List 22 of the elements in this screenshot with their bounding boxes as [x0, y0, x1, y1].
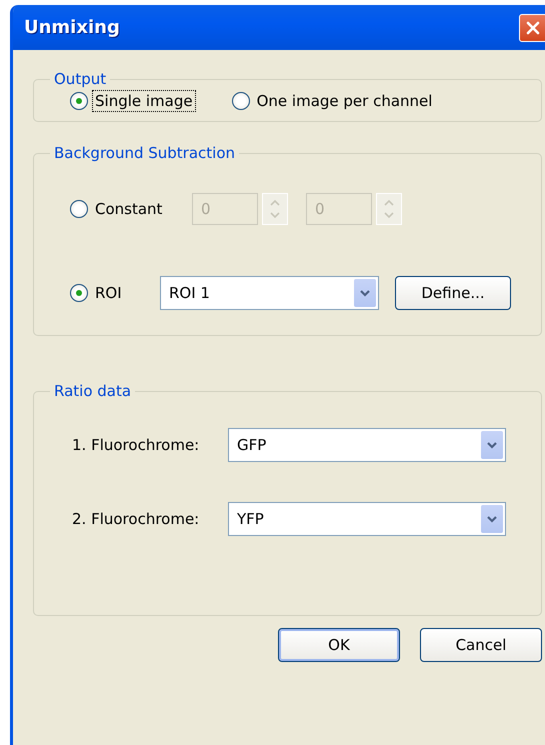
fluorochrome-label: 2. Fluorochrome:	[72, 510, 200, 528]
ok-button[interactable]: OK	[278, 628, 400, 662]
group-title: Ratio data	[53, 382, 132, 400]
cancel-button[interactable]: Cancel	[420, 628, 542, 662]
group-title: Background Subtraction	[53, 144, 236, 162]
fluorochrome-dropdown[interactable]: YFP	[228, 502, 506, 536]
roi-dropdown[interactable]: ROI 1	[160, 276, 379, 310]
radio-label: ROI	[94, 283, 123, 304]
radio-button[interactable]	[232, 92, 250, 110]
radio-label: Constant	[94, 199, 164, 220]
close-button[interactable]	[519, 14, 545, 42]
fluorochrome-label: 1. Fluorochrome:	[72, 436, 200, 454]
radio-label: One image per channel	[256, 91, 434, 112]
group-title: Output	[53, 70, 108, 88]
radio-button[interactable]	[70, 92, 88, 110]
window-title: Unmixing	[24, 17, 120, 38]
radio-button[interactable]	[70, 200, 88, 218]
radio-label: Single image	[92, 90, 196, 112]
define-button[interactable]: Define...	[395, 276, 511, 310]
radio-button[interactable]	[70, 284, 88, 302]
fluorochrome-dropdown[interactable]: GFP	[228, 428, 506, 462]
close-icon	[525, 20, 541, 36]
